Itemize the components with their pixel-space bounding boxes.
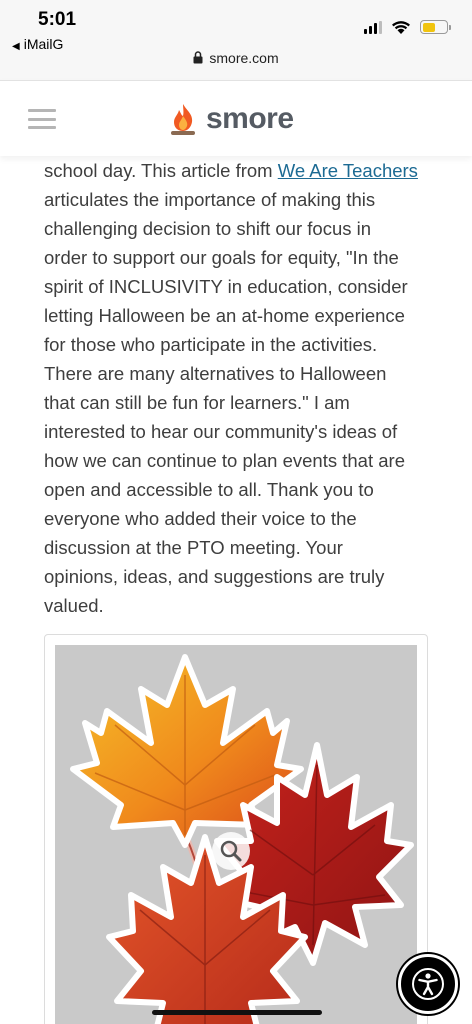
wifi-icon: [392, 21, 410, 34]
magnify-icon: [212, 832, 250, 870]
article-line: interested to hear our community's ideas…: [44, 421, 398, 442]
article-line: open and accessible to all. Thank you to: [44, 479, 374, 500]
cellular-signal-icon: [364, 20, 382, 34]
article-line: letting Halloween be an at-home experien…: [44, 305, 405, 326]
status-time: 5:01: [38, 9, 77, 30]
article-body: school day. This article from We Are Tea…: [44, 156, 444, 620]
url-text: smore.com: [209, 50, 279, 66]
accessibility-button[interactable]: [398, 954, 458, 1014]
battery-icon: [420, 20, 451, 34]
smore-logo[interactable]: smore: [168, 99, 294, 139]
hamburger-menu-icon[interactable]: [28, 109, 56, 129]
campfire-icon: [171, 104, 195, 135]
lock-icon: [193, 51, 203, 64]
maple-leaves-illustration: [70, 654, 414, 1024]
article-line: There are many alternatives to Halloween: [44, 363, 387, 384]
article-paragraph: school day. This article from We Are Tea…: [44, 156, 444, 620]
article-line: school day. This article from We Are Tea…: [44, 160, 418, 181]
article-line: challenging decision to shift our focus …: [44, 218, 372, 239]
ios-status-bar: 5:01 ◀ iMailG smore.com: [0, 0, 472, 80]
article-line: everyone who added their voice to the: [44, 508, 357, 529]
article-line: opinions, ideas, and suggestions are tru…: [44, 566, 385, 587]
article-line: valued.: [44, 595, 104, 616]
address-bar[interactable]: smore.com: [0, 50, 472, 66]
article-line: for those who participate in the activit…: [44, 334, 378, 355]
we-are-teachers-link[interactable]: We Are Teachers: [278, 160, 418, 181]
home-indicator[interactable]: [152, 1010, 322, 1015]
accessibility-person-icon: [412, 968, 444, 1000]
site-header: smore: [0, 80, 472, 156]
article-line: how we can continue to plan events that …: [44, 450, 405, 471]
article-line: that can still be fun for learners." I a…: [44, 392, 350, 413]
article-line: spirit of INCLUSIVITY in education, cons…: [44, 276, 408, 297]
image-card[interactable]: [44, 634, 428, 1024]
status-icons: [364, 18, 451, 36]
article-line: order to support our goals for equity, "…: [44, 247, 399, 268]
article-line: articulates the importance of making thi…: [44, 189, 376, 210]
maple-leaves-image[interactable]: [55, 645, 417, 1024]
logo-wordmark: smore: [206, 102, 294, 135]
article-line: discussion at the PTO meeting. Your: [44, 537, 343, 558]
